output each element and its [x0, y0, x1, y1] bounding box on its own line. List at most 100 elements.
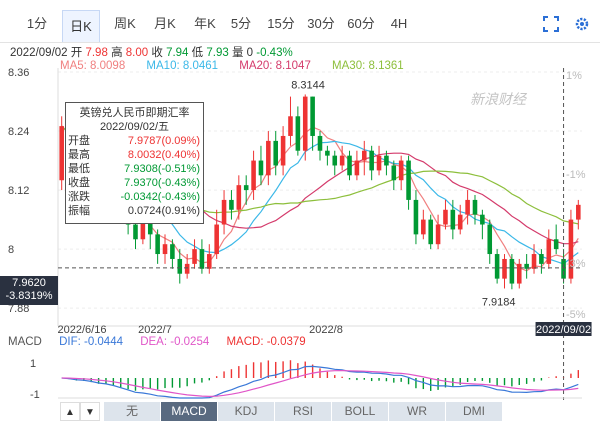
tooltip-value: 8.0032(0.40%): [127, 149, 200, 161]
tooltip-row-close: 收盘 7.9370(-0.43%): [66, 176, 203, 190]
candle-body: [509, 258, 515, 284]
dea-value: DEA: -0.0254: [140, 336, 210, 348]
candle-body: [266, 140, 271, 176]
tooltip-label: 振幅: [68, 205, 90, 217]
cursor-price: 7.9620: [12, 277, 46, 289]
candle-body: [369, 150, 374, 171]
x-tick-label: 2022/6/16: [58, 324, 107, 336]
tooltip-row-low: 最低 7.9308(-0.51%): [66, 162, 203, 176]
tooltip-value: 0.0724(0.91%): [127, 205, 200, 217]
candle-body: [553, 239, 559, 250]
macd-tick-label: -1: [30, 389, 40, 401]
candle-body: [450, 209, 456, 230]
candle-body: [502, 258, 507, 279]
y-tick-label: 8.12: [8, 185, 29, 197]
tooltip-row-change: 涨跌 -0.0342(-0.43%): [66, 190, 203, 204]
tooltip-row-open: 开盘 7.9787(0.09%): [66, 134, 203, 148]
candle-body: [155, 234, 160, 255]
scroll-right-arrow-icon[interactable]: ▼: [80, 402, 100, 421]
tooltip-label: 收盘: [68, 177, 90, 189]
candle-body: [421, 219, 426, 235]
candle-body: [332, 155, 338, 166]
y-tick-label: 8: [8, 244, 14, 256]
indicator-tab-rsi[interactable]: RSI: [275, 402, 332, 421]
candle-body: [413, 199, 419, 235]
candle-body: [207, 254, 212, 269]
cursor-price-label: 7.9620 -3.8319%: [0, 276, 58, 305]
percent-tick-label: 1%: [566, 70, 582, 82]
candle-body: [133, 224, 138, 240]
indicator-tab-none[interactable]: 无: [104, 402, 161, 421]
candle-body: [465, 199, 470, 215]
candle-body: [384, 155, 389, 166]
y-tick-label: 8.36: [8, 67, 29, 79]
percent-tick-label: -5%: [566, 309, 586, 321]
tooltip-label: 最低: [68, 163, 90, 175]
candle-body: [443, 209, 448, 225]
cursor-percent: -3.8319%: [5, 290, 53, 302]
candle-body: [258, 160, 264, 176]
candle-body: [184, 263, 190, 274]
candle-body: [457, 214, 463, 230]
tooltip-value: 7.9370(-0.43%): [124, 177, 200, 189]
high-annotation: 8.3144: [291, 79, 325, 91]
candle-body: [295, 116, 301, 151]
x-tick-label: 2022/8: [309, 324, 343, 336]
tooltip-label: 最高: [68, 149, 90, 161]
candle-body: [243, 185, 249, 191]
candle-body: [339, 155, 345, 166]
candle-body: [576, 204, 581, 220]
candle-body: [325, 150, 330, 156]
candle-body: [531, 254, 537, 269]
candle-body: [162, 244, 168, 255]
tooltip-value: 7.9308(-0.51%): [124, 163, 200, 175]
candle-body: [236, 185, 242, 210]
candle-body: [480, 214, 485, 225]
x-tick-label: 2022/7: [138, 324, 172, 336]
y-tick-label: 8.24: [8, 126, 29, 138]
low-annotation: 7.9184: [482, 296, 516, 308]
candle-body: [347, 155, 352, 176]
candle-body: [428, 219, 433, 245]
candle-body: [199, 249, 205, 269]
percent-tick-label: -3%: [566, 258, 586, 270]
candle-body: [288, 116, 293, 136]
candle-body: [354, 160, 360, 176]
candle-body: [516, 263, 522, 284]
percent-tick-label: -1%: [566, 169, 586, 181]
candle-body: [221, 199, 227, 225]
candle-body: [472, 199, 478, 215]
tooltip-value: 7.9787(0.09%): [127, 135, 200, 147]
candle-body: [539, 254, 544, 264]
indicator-tab-kdj[interactable]: KDJ: [218, 402, 275, 421]
indicator-tab-boll[interactable]: BOLL: [332, 402, 389, 421]
cursor-date-label: 2022/09/02: [536, 324, 591, 336]
indicator-tab-wr[interactable]: WR: [389, 402, 446, 421]
indicator-tab-dmi[interactable]: DMI: [446, 402, 503, 421]
dif-value: DIF: -0.0444: [59, 336, 123, 348]
candle-body: [494, 254, 500, 279]
indicator-tab-macd[interactable]: MACD: [161, 402, 218, 421]
candle-body: [398, 160, 404, 181]
candle-body: [214, 224, 219, 255]
candle-body: [251, 160, 256, 191]
ohlc-tooltip: 英镑兑人民币即期汇率 2022/09/02/五 开盘 7.9787(0.09%) …: [65, 102, 204, 224]
watermark-text: 新浪财经: [470, 91, 528, 107]
macd-panel: 1 -1: [30, 358, 582, 401]
candle-body: [546, 239, 552, 264]
candle-body: [229, 199, 234, 210]
candle-body: [406, 160, 411, 200]
tooltip-label: 涨跌: [68, 191, 90, 203]
candle-body: [280, 135, 286, 166]
candle-body: [435, 224, 441, 245]
tooltip-row-high: 最高 8.0032(0.40%): [66, 148, 203, 162]
candle-body: [317, 135, 323, 151]
macd-value: MACD: -0.0379: [226, 336, 306, 348]
scroll-left-arrow-icon[interactable]: ▲: [60, 402, 80, 421]
macd-tick-label: 1: [30, 358, 36, 370]
tooltip-label: 开盘: [68, 135, 90, 147]
tooltip-value: -0.0342(-0.43%): [120, 191, 201, 203]
candle-body: [487, 224, 493, 255]
candle-body: [177, 258, 183, 274]
macd-legend: MACD DIF: -0.0444 DEA: -0.0254 MACD: -0.…: [8, 336, 320, 348]
